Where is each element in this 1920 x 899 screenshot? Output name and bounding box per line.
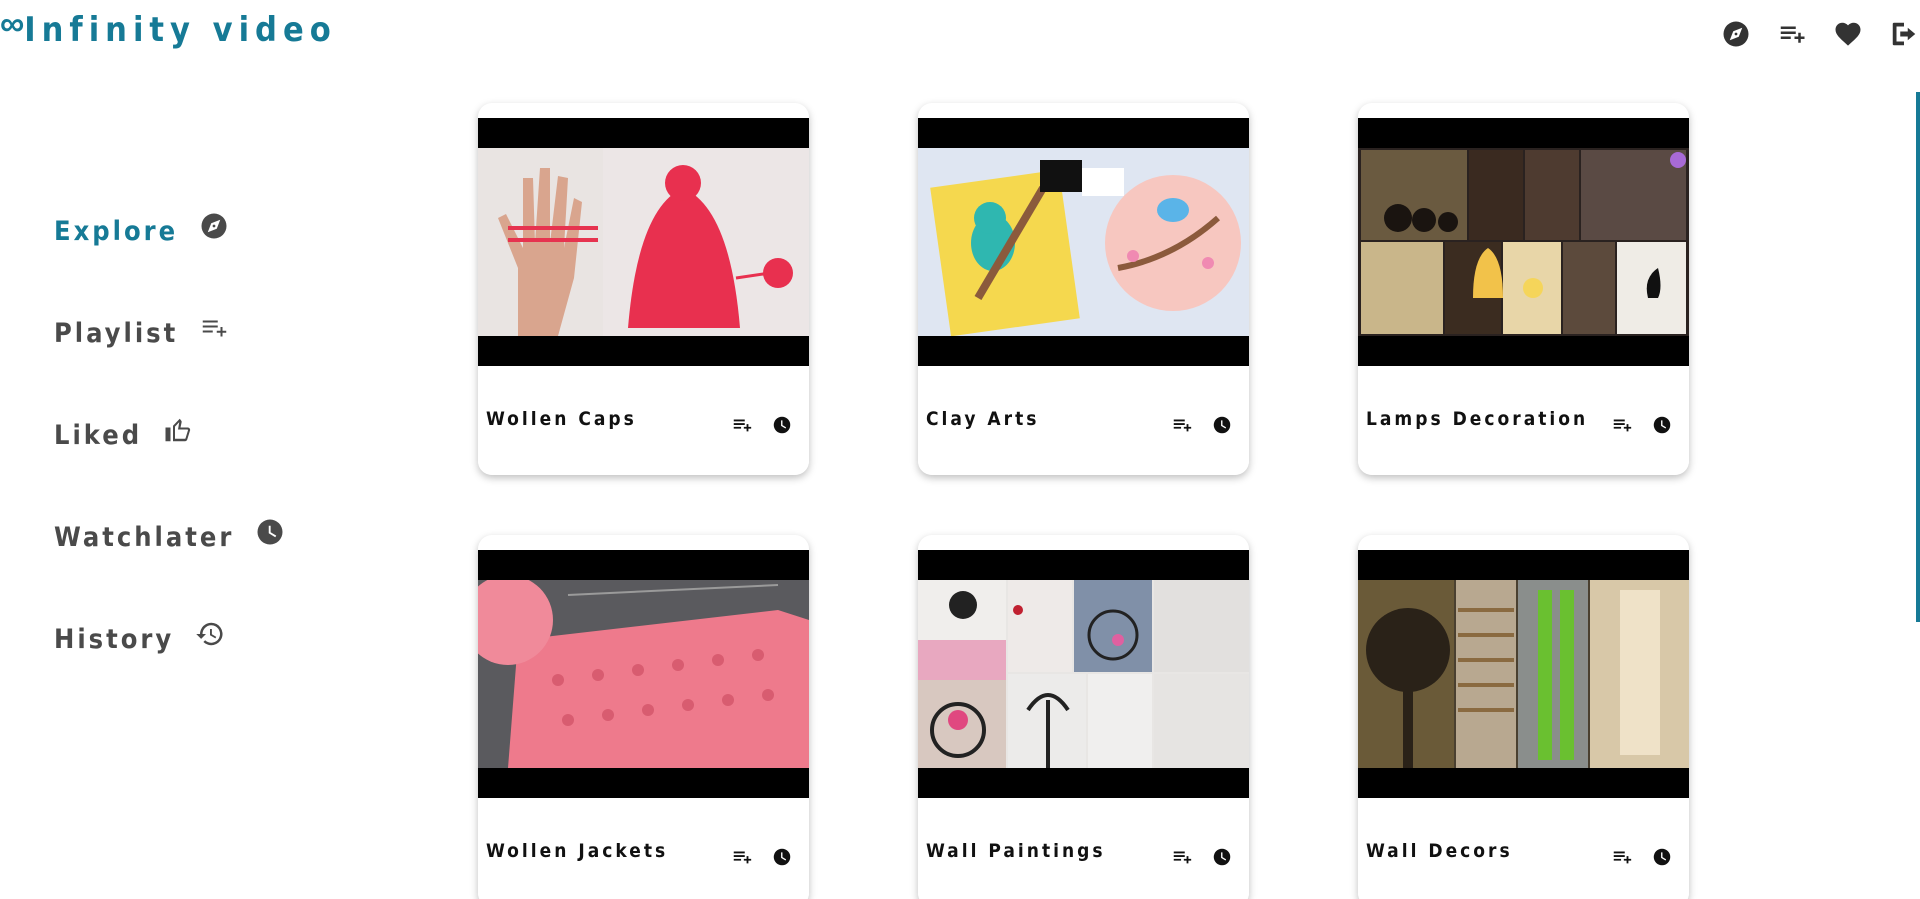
- video-thumbnail[interactable]: [918, 550, 1249, 798]
- video-actions: [1611, 846, 1673, 868]
- clock-icon: [254, 516, 286, 548]
- video-card-footer: Wall Decors: [1358, 798, 1689, 899]
- watch-later-icon[interactable]: [1651, 414, 1673, 436]
- sidebar-item-playlist[interactable]: Playlist: [54, 282, 286, 384]
- sidebar-item-liked[interactable]: Liked: [54, 384, 286, 486]
- video-card-footer: Lamps Decoration: [1358, 366, 1689, 475]
- video-title: Clay Arts: [926, 408, 1040, 430]
- wall-paintings-thumbnail-image: [918, 580, 1249, 768]
- watch-later-icon[interactable]: [1211, 414, 1233, 436]
- logout-icon[interactable]: [1888, 18, 1920, 50]
- video-card-footer: Wall Paintings: [918, 798, 1249, 899]
- scrollbar-thumb[interactable]: [1916, 92, 1920, 622]
- video-card-footer: Wollen Caps: [478, 366, 809, 475]
- watch-later-icon[interactable]: [771, 846, 793, 868]
- video-card-footer: Wollen Jackets: [478, 798, 809, 899]
- app-title: Infinity video: [24, 10, 337, 50]
- playlist-add-icon[interactable]: [1171, 846, 1193, 868]
- playlist-add-icon[interactable]: [1611, 846, 1633, 868]
- playlist-add-icon[interactable]: [1611, 414, 1633, 436]
- video-card-footer: Clay Arts: [918, 366, 1249, 475]
- explore-icon: [198, 210, 230, 242]
- sidebar-item-history[interactable]: History: [54, 588, 286, 690]
- video-card[interactable]: Wall Decors: [1358, 535, 1689, 899]
- video-card[interactable]: Wall Paintings: [918, 535, 1249, 899]
- thumbs-up-icon: [162, 414, 194, 446]
- sidebar-item-label: Watchlater: [54, 521, 235, 553]
- video-actions: [1611, 414, 1673, 436]
- playlist-add-icon[interactable]: [1171, 414, 1193, 436]
- history-icon: [194, 618, 226, 650]
- sidebar-item-watchlater[interactable]: Watchlater: [54, 486, 286, 588]
- video-title: Wall Paintings: [926, 840, 1106, 862]
- lamps-decoration-thumbnail-image: [1358, 148, 1689, 336]
- clay-arts-thumbnail-image: [918, 148, 1249, 336]
- video-actions: [731, 414, 793, 436]
- video-thumbnail[interactable]: [1358, 550, 1689, 798]
- video-thumbnail[interactable]: [918, 118, 1249, 366]
- video-card[interactable]: Wollen Jackets: [478, 535, 809, 899]
- infinity-logo-icon: ∞: [0, 4, 24, 43]
- video-thumbnail[interactable]: [1358, 118, 1689, 366]
- video-card[interactable]: Wollen Caps: [478, 103, 809, 475]
- watch-later-icon[interactable]: [771, 414, 793, 436]
- woolen-cap-thumbnail-image: [478, 148, 809, 336]
- playlist-add-icon[interactable]: [1776, 18, 1808, 50]
- video-card[interactable]: Lamps Decoration: [1358, 103, 1689, 475]
- playlist-add-icon[interactable]: [731, 414, 753, 436]
- watch-later-icon[interactable]: [1211, 846, 1233, 868]
- app-logo[interactable]: ∞ Infinity video: [0, 5, 337, 51]
- video-grid: Wollen Caps Clay Arts Lamps Decoration W…: [478, 103, 1689, 899]
- watch-later-icon[interactable]: [1651, 846, 1673, 868]
- header-actions: [1720, 18, 1920, 50]
- sidebar-item-label: Liked: [54, 419, 143, 451]
- video-actions: [731, 846, 793, 868]
- sidebar: Explore Playlist Liked Watchlater Histor…: [54, 180, 286, 690]
- video-title: Wollen Jackets: [486, 840, 669, 862]
- video-title: Lamps Decoration: [1366, 408, 1589, 430]
- sidebar-item-label: Explore: [54, 215, 179, 247]
- wall-decors-thumbnail-image: [1358, 580, 1689, 768]
- video-title: Wall Decors: [1366, 840, 1513, 862]
- sidebar-item-label: Playlist: [54, 317, 179, 349]
- playlist-add-icon: [198, 312, 230, 344]
- video-card[interactable]: Clay Arts: [918, 103, 1249, 475]
- playlist-add-icon[interactable]: [731, 846, 753, 868]
- video-title: Wollen Caps: [486, 408, 637, 430]
- video-thumbnail[interactable]: [478, 550, 809, 798]
- explore-icon[interactable]: [1720, 18, 1752, 50]
- heart-icon[interactable]: [1832, 18, 1864, 50]
- video-thumbnail[interactable]: [478, 118, 809, 366]
- video-actions: [1171, 846, 1233, 868]
- video-actions: [1171, 414, 1233, 436]
- sidebar-item-explore[interactable]: Explore: [54, 180, 286, 282]
- woolen-jacket-thumbnail-image: [478, 580, 809, 768]
- sidebar-item-label: History: [54, 623, 175, 655]
